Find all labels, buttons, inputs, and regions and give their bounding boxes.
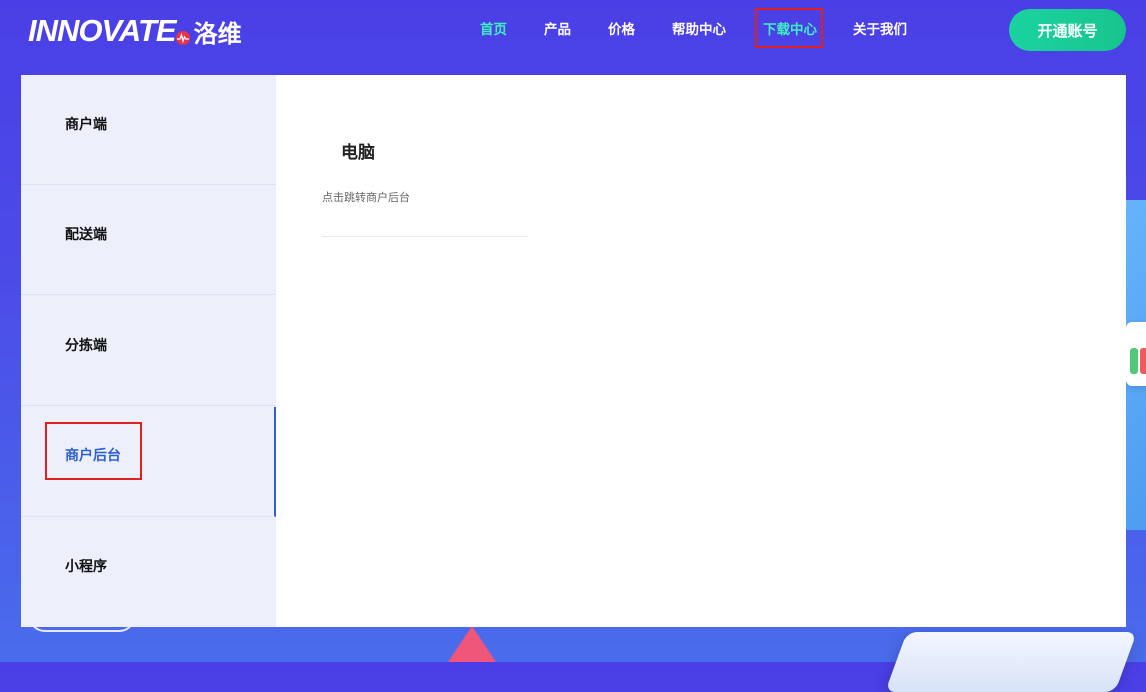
nav-item-home[interactable]: 首页 [480,18,507,42]
download-center-highlight-box [755,8,823,48]
background-triangle [448,626,496,662]
brand-logo[interactable]: INNOVATE 洛维 [28,13,242,48]
sidebar-item-label: 分拣端 [65,338,107,354]
nav-item-help-center[interactable]: 帮助中心 [672,18,726,42]
background-phone-card [1126,322,1146,386]
download-sidebar: 商户端 配送端 分拣端 商户后台 小程序 [21,75,276,627]
sidebar-item-merchant-backend[interactable]: 商户后台 [21,407,276,517]
background-keyboard-illustration [885,632,1137,692]
content-title: 电脑 [341,143,375,163]
sidebar-item-sorting-app[interactable]: 分拣端 [21,296,276,406]
content-divider [322,236,528,237]
sidebar-item-mini-program[interactable]: 小程序 [21,517,276,627]
sidebar-item-merchant-app[interactable]: 商户端 [21,75,276,185]
logo-cn-text: 洛维 [193,19,242,48]
logo-text: INNOVATE [28,13,177,48]
nav-item-products[interactable]: 产品 [544,18,571,42]
sidebar-item-delivery-app[interactable]: 配送端 [21,185,276,295]
heartbeat-icon [175,31,190,45]
sidebar-item-label: 商户端 [65,117,107,133]
top-header: INNOVATE 洛维 首页 产品 价格 帮助中心 下载中心 关于我们 开通账号 [0,0,1146,64]
sidebar-item-label: 商户后台 [65,448,121,464]
sidebar-item-label: 小程序 [65,559,107,575]
nav-item-about-us[interactable]: 关于我们 [853,18,907,42]
sidebar-item-label: 配送端 [65,227,107,243]
merchant-backend-link[interactable]: 点击跳转商户后台 [322,189,410,205]
nav-item-pricing[interactable]: 价格 [608,18,635,42]
open-account-button[interactable]: 开通账号 [1009,9,1126,51]
download-panel: 商户端 配送端 分拣端 商户后台 小程序 电脑 点击跳转商户后台 [21,75,1126,627]
